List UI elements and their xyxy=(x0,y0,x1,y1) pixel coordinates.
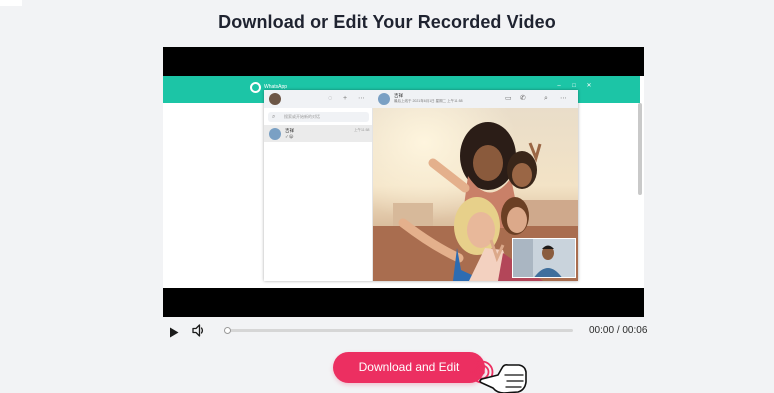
search-icon: ⌕ xyxy=(272,114,276,120)
chat-time: 上午11:58 xyxy=(354,128,370,132)
duration: 00:06 xyxy=(622,325,648,336)
download-and-edit-button[interactable]: Download and Edit xyxy=(333,352,485,383)
minimize-icon: – xyxy=(557,83,561,89)
avatar xyxy=(269,93,281,105)
chat-header-avatar xyxy=(378,93,390,105)
video-frame-content: WhatsApp – □ ✕ ◌ + ⋯ ⌕ 搜索或开始新的对话 吉祥 上午11… xyxy=(163,76,644,288)
volume-icon xyxy=(192,324,204,337)
whatsapp-window: ◌ + ⋯ ⌕ 搜索或开始新的对话 吉祥 上午11:58 ✓😀 吉祥 最后上线于… xyxy=(264,90,578,281)
status-icon: ◌ xyxy=(328,95,333,102)
hand-pointer-icon xyxy=(478,355,530,393)
corner-box xyxy=(0,0,22,6)
desktop-scrollbar xyxy=(638,103,642,195)
search-placeholder: 搜索或开始新的对话 xyxy=(284,114,320,119)
time-separator: / xyxy=(616,325,620,336)
video-player[interactable]: WhatsApp – □ ✕ ◌ + ⋯ ⌕ 搜索或开始新的对话 吉祥 上午11… xyxy=(163,47,644,317)
sidebar-header: ◌ + ⋯ xyxy=(264,90,373,108)
seek-bar[interactable] xyxy=(227,329,573,332)
chat-search-icon: ⌕ xyxy=(544,95,548,102)
current-time: 00:00 xyxy=(589,325,615,336)
chat-sidebar: ◌ + ⋯ ⌕ 搜索或开始新的对话 吉祥 上午11:58 ✓😀 xyxy=(264,90,373,281)
voice-call-icon: ✆ xyxy=(520,95,526,102)
chat-header-status: 最后上线于 2021年6月1日 星期二 上午11:58 xyxy=(394,99,463,103)
new-chat-icon: + xyxy=(343,95,348,102)
chat-preview: ✓😀 xyxy=(285,134,294,139)
group-selfie-image xyxy=(373,108,578,281)
search-input: ⌕ 搜索或开始新的对话 xyxy=(268,112,369,122)
maximize-icon: □ xyxy=(572,83,576,89)
volume-button[interactable] xyxy=(192,324,206,337)
time-display: 00:00 / 00:06 xyxy=(589,325,647,336)
close-icon: ✕ xyxy=(586,83,592,89)
chat-avatar xyxy=(269,128,281,140)
video-call-icon: ▭ xyxy=(505,95,512,102)
chat-main-panel: 吉祥 最后上线于 2021年6月1日 星期二 上午11:58 ▭ ✆ ⌕ ⋯ xyxy=(373,90,578,281)
whatsapp-logo-icon xyxy=(250,82,261,93)
page-title: Download or Edit Your Recorded Video xyxy=(218,12,556,32)
seek-handle[interactable] xyxy=(224,327,231,334)
menu-icon: ⋯ xyxy=(358,95,365,102)
play-button[interactable] xyxy=(169,325,179,338)
play-icon xyxy=(170,327,179,338)
video-call-pip xyxy=(512,238,576,278)
video-call-person xyxy=(513,239,575,277)
chat-menu-icon: ⋯ xyxy=(560,95,567,102)
chat-list-item: 吉祥 上午11:58 ✓😀 xyxy=(264,125,372,142)
chat-header: 吉祥 最后上线于 2021年6月1日 星期二 上午11:58 ▭ ✆ ⌕ ⋯ xyxy=(373,90,578,108)
